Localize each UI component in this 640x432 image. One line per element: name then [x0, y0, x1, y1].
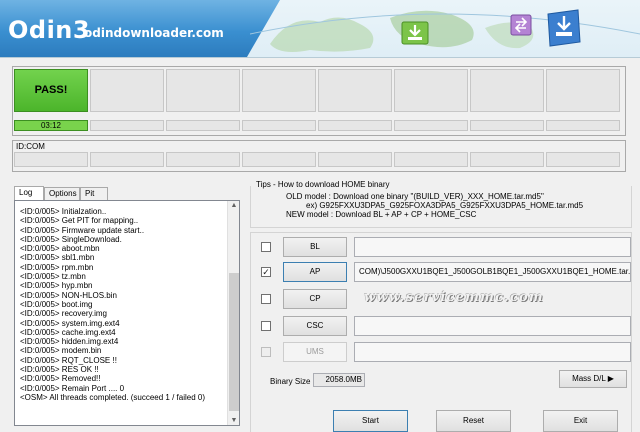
progress-bar: 03:12: [14, 120, 88, 131]
log-line: <ID:0/005> NON-HLOS.bin: [20, 290, 117, 300]
scroll-up-icon[interactable]: ▲: [230, 202, 238, 209]
pass-label: PASS!: [34, 84, 68, 96]
log-line: <ID:0/005> Firmware update start..: [20, 225, 145, 235]
start-button[interactable]: Start: [333, 410, 408, 432]
download-arrow-icon: [401, 21, 429, 45]
id-com-slot: [318, 152, 392, 167]
log-line: <ID:0/005> recovery.img: [20, 309, 108, 319]
port-status-pass: PASS!: [14, 69, 88, 112]
cp-button[interactable]: CP: [283, 289, 347, 309]
log-line: <OSM> All threads completed. (succeed 1 …: [20, 392, 205, 402]
port-status-slot: [242, 69, 316, 112]
id-com-slot: [470, 152, 544, 167]
csc-path-field[interactable]: [354, 316, 631, 336]
progress-bar: [394, 120, 468, 131]
ums-button: UMS: [283, 342, 347, 362]
log-line: <ID:0/005> boot.img: [20, 299, 93, 309]
mass-dl-button[interactable]: Mass D/L ▶: [559, 370, 627, 388]
progress-bar: [242, 120, 316, 131]
log-line: <ID:0/005> hidden.img.ext4: [20, 337, 119, 347]
ap-path-field[interactable]: COM)\J500GXXU1BQE1_J500GOLB1BQE1_J500GXX…: [354, 262, 631, 282]
log-line: <ID:0/005> SingleDownload.: [20, 234, 122, 244]
binary-size-value: 2058.0MB: [313, 373, 365, 387]
log-lines: <ID:0/005> Initialzation.. <ID:0/005> Ge…: [20, 207, 228, 402]
flash-device-icon: [547, 9, 581, 47]
tab-options[interactable]: Options: [44, 187, 80, 200]
tips-line: NEW model : Download BL + AP + CP + HOME…: [286, 210, 477, 219]
bl-path-field[interactable]: [354, 237, 631, 257]
port-status-panel: PASS! 03:12: [12, 66, 626, 136]
log-output[interactable]: <ID:0/005> Initialzation.. <ID:0/005> Ge…: [14, 200, 240, 426]
watermark: www.servicemmc.com: [364, 290, 544, 305]
log-line: <ID:0/005> RQT_CLOSE !!: [20, 355, 117, 365]
port-status-slot: [470, 69, 544, 112]
phone-transfer-icon: [510, 14, 532, 36]
progress-bar: [470, 120, 544, 131]
id-com-label: ID:COM: [16, 142, 45, 151]
log-line: <ID:0/005> tz.mbn: [20, 272, 86, 282]
csc-button[interactable]: CSC: [283, 316, 347, 336]
progress-bar: [166, 120, 240, 131]
port-status-slot: [90, 69, 164, 112]
log-line: <ID:0/005> Initialzation..: [20, 207, 107, 216]
log-line: <ID:0/005> RES OK !!: [20, 365, 99, 375]
reset-button[interactable]: Reset: [436, 410, 511, 432]
binary-size-label: Binary Size: [270, 377, 311, 386]
log-line: <ID:0/005> cache.img.ext4: [20, 327, 116, 337]
log-line: <ID:0/005> sbl1.mbn: [20, 253, 95, 263]
exit-button[interactable]: Exit: [543, 410, 618, 432]
id-com-slot: [394, 152, 468, 167]
log-line: <ID:0/005> hyp.mbn: [20, 281, 93, 291]
tab-log[interactable]: Log: [14, 186, 44, 201]
log-line: <ID:0/005> system.img.ext4: [20, 318, 120, 328]
progress-bar: [90, 120, 164, 131]
elapsed-time: 03:12: [40, 121, 62, 130]
tips-line: ex) G925FXXU3DPA5_G925FOXA3DPA5_G925FXXU…: [306, 201, 584, 210]
id-com-slot: [90, 152, 164, 167]
tips-title: Tips - How to download HOME binary: [256, 180, 390, 189]
id-com-panel: ID:COM: [12, 140, 626, 172]
app-logo: Odin3: [8, 16, 91, 44]
bl-button[interactable]: BL: [283, 237, 347, 257]
id-com-slot: [546, 152, 620, 167]
log-line: <ID:0/005> aboot.mbn: [20, 244, 100, 254]
header-banner: Odin3 odindownloader.com: [0, 0, 640, 58]
tips-line: OLD model : Download one binary "(BUILD_…: [286, 192, 544, 201]
scroll-thumb[interactable]: [229, 273, 239, 411]
progress-bar: [546, 120, 620, 131]
log-line: <ID:0/005> rpm.mbn: [20, 262, 94, 272]
ums-checkbox: [261, 347, 271, 357]
id-com-slot: [166, 152, 240, 167]
port-status-slot: [318, 69, 392, 112]
bl-checkbox[interactable]: [261, 242, 271, 252]
tips-panel: Tips - How to download HOME binary OLD m…: [250, 180, 632, 226]
log-line: <ID:0/005> modem.bin: [20, 346, 102, 356]
log-line: <ID:0/005> Get PIT for mapping..: [20, 216, 139, 226]
csc-checkbox[interactable]: [261, 321, 271, 331]
scroll-down-icon[interactable]: ▼: [230, 417, 238, 424]
ap-checkbox[interactable]: ✓: [261, 267, 271, 277]
site-url: odindownloader.com: [84, 26, 224, 40]
progress-bar: [318, 120, 392, 131]
log-scrollbar[interactable]: ▲ ▼: [227, 201, 239, 425]
log-line: <ID:0/005> Removed!!: [20, 374, 101, 384]
id-com-slot: [14, 152, 88, 167]
ums-path-field: [354, 342, 631, 362]
port-status-slot: [394, 69, 468, 112]
cp-checkbox[interactable]: [261, 294, 271, 304]
log-line: <ID:0/005> Remain Port .... 0: [20, 383, 125, 393]
ap-button[interactable]: AP: [283, 262, 347, 282]
port-status-slot: [166, 69, 240, 112]
tab-pit[interactable]: Pit: [80, 187, 108, 200]
id-com-slot: [242, 152, 316, 167]
port-status-slot: [546, 69, 620, 112]
